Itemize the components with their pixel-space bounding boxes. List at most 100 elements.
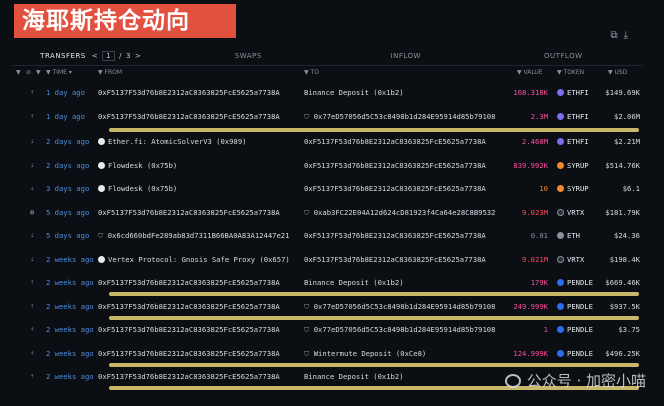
row-from[interactable]: 0xF5137F53d76b8E2312aC8363825FcE5625a773… (98, 208, 280, 217)
table-row[interactable]: ⇣ 3 days ago Flowdesk (0x75b) 0xF5137F53… (12, 178, 642, 198)
column-time[interactable]: ▼ TIME ▾ (46, 69, 72, 76)
table-row[interactable]: ⇡ 2 weeks ago 0xF5137F53d76b8E2312aC8363… (12, 319, 642, 339)
row-time[interactable]: 2 weeks ago (46, 278, 94, 287)
row-token[interactable]: ETHFI (557, 137, 589, 146)
row-to[interactable]: 0xF5137F53d76b8E2312aC8363825FcE5625a773… (304, 231, 486, 240)
row-from[interactable]: Flowdesk (0x75b) (98, 161, 177, 170)
download-icon[interactable]: ⤓ (624, 30, 628, 41)
table-row[interactable]: ⇡ 2 weeks ago 0xF5137F53d76b8E2312aC8363… (12, 343, 642, 363)
pager-next-button[interactable]: > (135, 52, 141, 60)
token-icon (557, 208, 564, 216)
column-from[interactable]: ▼ FROM (98, 69, 122, 76)
pager-current[interactable]: 1 (102, 50, 116, 61)
row-to[interactable]: ⛉ Wintermute Deposit (0xCe8) (304, 349, 426, 359)
row-time[interactable]: 1 day ago (46, 88, 85, 97)
row-token[interactable]: ETHFI (557, 112, 589, 121)
row-token[interactable]: VRTX (557, 208, 584, 217)
table-row[interactable]: ⇣ 2 days ago Ether.fi: AtomicSolverV3 (0… (12, 131, 642, 151)
row-usd: $669.46K (605, 278, 640, 287)
row-token[interactable]: SYRUP (557, 184, 589, 193)
token-icon (557, 138, 564, 145)
table-row[interactable]: ⇡ 2 weeks ago 0xF5137F53d76b8E2312aC8363… (12, 272, 642, 292)
row-usd: $2.06M (614, 111, 640, 121)
row-time[interactable]: 5 days ago (46, 208, 89, 217)
column-token[interactable]: ▼ TOKEN (557, 69, 584, 76)
row-token[interactable]: ETHFI (557, 88, 589, 97)
row-token[interactable]: VRTX (557, 255, 584, 264)
row-to[interactable]: Binance Deposit (0x1b2) (304, 372, 404, 381)
row-value: 839.992K (513, 160, 548, 170)
pager-prev-button[interactable]: < (92, 52, 98, 60)
row-from[interactable]: 0xF5137F53d76b8E2312aC8363825FcE5625a773… (98, 302, 280, 311)
direction-icon: ⇣ (30, 254, 35, 263)
row-time[interactable]: 2 days ago (46, 161, 89, 170)
shield-icon: ⛉ (304, 301, 314, 311)
row-time[interactable]: 2 weeks ago (46, 325, 94, 334)
shield-icon: ⛉ (304, 111, 314, 121)
tab-inflow[interactable]: INFLOW (327, 46, 485, 65)
row-token[interactable]: SYRUP (557, 161, 589, 170)
copy-icon[interactable]: ⧉ (610, 30, 617, 41)
row-usd: $937.5K (609, 301, 640, 311)
row-to[interactable]: ⛉ 0xab3FC22E04A12d624cD81923f4Ca64e28C8B… (304, 208, 495, 218)
tab-label: SWAPS (234, 51, 262, 60)
row-to[interactable]: 0xF5137F53d76b8E2312aC8363825FcE5625a773… (304, 137, 486, 146)
row-token-label: SYRUP (567, 160, 589, 170)
row-token-label: SYRUP (567, 184, 589, 193)
row-usd: $198.4K (609, 254, 640, 264)
row-to[interactable]: Binance Deposit (0x1b2) (304, 88, 404, 97)
row-from[interactable]: 0xF5137F53d76b8E2312aC8363825FcE5625a773… (98, 325, 280, 334)
row-time[interactable]: 2 weeks ago (46, 372, 94, 381)
row-value: 10 (539, 184, 548, 193)
row-token[interactable]: PENDLE (557, 325, 593, 334)
table-row[interactable]: ⇣ 2 weeks ago Vertex Protocol: Gnosis Sa… (12, 249, 642, 269)
row-to[interactable]: 0xF5137F53d76b8E2312aC8363825FcE5625a773… (304, 161, 486, 170)
link-icon[interactable]: ⊘ (26, 69, 31, 76)
tab-transfers[interactable]: TRANSFERS < 1 / 3 > (12, 46, 170, 65)
row-to[interactable]: Binance Deposit (0x1b2) (304, 278, 404, 287)
column-to[interactable]: ▼ TO (304, 69, 319, 76)
table-row[interactable]: ⇡ 2 weeks ago 0xF5137F53d76b8E2312aC8363… (12, 296, 642, 316)
row-to[interactable]: 0xF5137F53d76b8E2312aC8363825FcE5625a773… (304, 184, 486, 193)
table-row[interactable]: ⇣ 2 days ago Flowdesk (0x75b) 0xF5137F53… (12, 155, 642, 175)
direction-icon: ⇣ (30, 231, 35, 239)
tab-swaps[interactable]: SWAPS (170, 46, 328, 65)
row-from[interactable]: 0xF5137F53d76b8E2312aC8363825FcE5625a773… (98, 112, 280, 121)
column-usd[interactable]: ▼ USD (608, 69, 627, 76)
row-from[interactable]: 0xF5137F53d76b8E2312aC8363825FcE5625a773… (98, 372, 280, 381)
row-time[interactable]: 2 days ago (46, 137, 89, 146)
row-from[interactable]: 0xF5137F53d76b8E2312aC8363825FcE5625a773… (98, 278, 280, 287)
row-to[interactable]: 0xF5137F53d76b8E2312aC8363825FcE5625a773… (304, 255, 486, 264)
row-from[interactable]: ⛉ 0x6cd660bdFe289ab83d7311B66BA0A83A1244… (98, 231, 289, 241)
row-from[interactable]: Vertex Protocol: Gnosis Safe Proxy (0x65… (98, 255, 290, 264)
row-to[interactable]: ⛉ 0x77eD57056d5C53c8498b1d284E95914d85b7… (304, 325, 495, 335)
row-time[interactable]: 5 days ago (46, 231, 89, 240)
row-time[interactable]: 2 weeks ago (46, 349, 94, 358)
top-icons: ⧉ ⤓ (610, 30, 628, 41)
row-time[interactable]: 2 weeks ago (46, 302, 94, 311)
row-time[interactable]: 1 day ago (46, 112, 85, 121)
table-row[interactable]: ⇡ 1 day ago 0xF5137F53d76b8E2312aC836382… (12, 106, 642, 126)
row-time[interactable]: 3 days ago (46, 184, 89, 193)
column-value[interactable]: ▼ VALUE (517, 69, 543, 76)
row-from[interactable]: 0xF5137F53d76b8E2312aC8363825FcE5625a773… (98, 88, 280, 97)
row-to[interactable]: ⛉ 0x77eD57056d5C53c8498b1d284E95914d85b7… (304, 112, 495, 122)
row-token[interactable]: ETH (557, 231, 580, 240)
table-row[interactable]: ⇡ 1 day ago 0xF5137F53d76b8E2312aC836382… (12, 82, 642, 102)
row-time[interactable]: 2 weeks ago (46, 255, 94, 264)
table-row[interactable]: ⇣ 5 days ago ⛉ 0x6cd660bdFe289ab83d7311B… (12, 225, 642, 245)
row-token-label: ETHFI (567, 137, 589, 146)
row-token[interactable]: PENDLE (557, 278, 593, 287)
row-from[interactable]: 0xF5137F53d76b8E2312aC8363825FcE5625a773… (98, 349, 280, 358)
sort-icon[interactable]: ▼ (36, 69, 41, 76)
token-icon (557, 326, 564, 333)
row-from[interactable]: Flowdesk (0x75b) (98, 184, 177, 193)
filter-icon[interactable]: ▼ (16, 69, 21, 76)
table-row[interactable]: ◍ 5 days ago 0xF5137F53d76b8E2312aC83638… (12, 202, 642, 222)
tab-outflow[interactable]: OUTFLOW (485, 46, 643, 65)
row-token[interactable]: PENDLE (557, 349, 593, 358)
row-to[interactable]: ⛉ 0x77eD57056d5C53c8498b1d284E95914d85b7… (304, 302, 495, 312)
row-from[interactable]: Ether.fi: AtomicSolverV3 (0x989) (98, 137, 246, 146)
row-token-label: ETHFI (567, 111, 589, 121)
row-token[interactable]: PENDLE (557, 302, 593, 311)
